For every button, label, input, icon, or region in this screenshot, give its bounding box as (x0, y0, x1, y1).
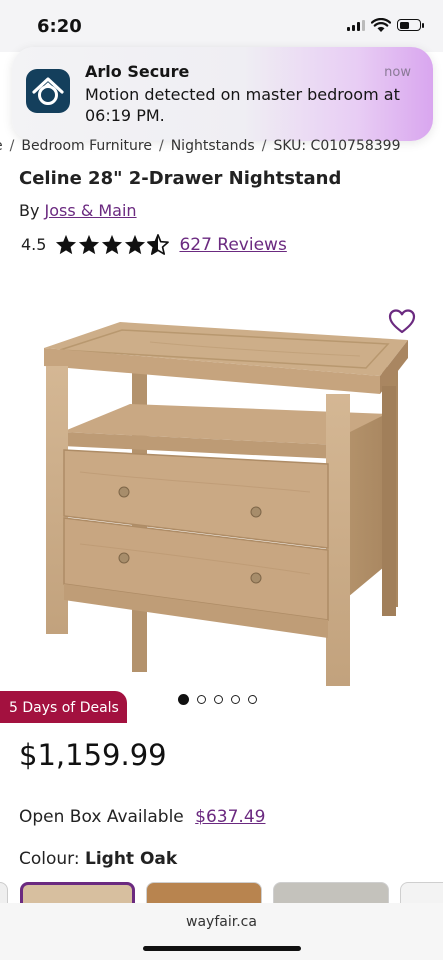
carousel-dot[interactable] (231, 695, 240, 704)
rating-value: 4.5 (21, 235, 47, 254)
notification-app-name: Arlo Secure (85, 62, 190, 81)
open-box-row: Open Box Available $637.49 (19, 807, 265, 827)
home-indicator[interactable] (143, 946, 301, 951)
brand-link[interactable]: Joss & Main (45, 201, 137, 220)
brand-byline: By Joss & Main (19, 201, 137, 220)
half-star-icon (147, 234, 170, 255)
address-bar[interactable]: wayfair.ca (0, 914, 443, 930)
breadcrumb-item-bedroom-furniture[interactable]: Bedroom Furniture (21, 138, 152, 154)
breadcrumb-item-home[interactable]: e (0, 138, 3, 154)
clock: 6:20 (37, 16, 82, 37)
breadcrumb-separator: / (261, 138, 267, 154)
battery-icon (397, 19, 424, 31)
notification-time: now (384, 65, 411, 80)
open-box-price-link[interactable]: $637.49 (195, 807, 265, 827)
rating-row: 4.5 627 Reviews (21, 234, 287, 255)
notification-message: Motion detected on master bedroom at 06:… (85, 85, 400, 125)
star-icon (56, 234, 77, 255)
colour-value: Light Oak (85, 849, 178, 869)
wifi-icon (371, 18, 391, 32)
product-title: Celine 28" 2-Drawer Nightstand (19, 168, 342, 189)
by-label: By (19, 201, 40, 220)
colour-row: Colour: Light Oak (19, 849, 177, 869)
star-rating (55, 234, 170, 255)
browser-bottom-bar: wayfair.ca (0, 903, 443, 960)
breadcrumb-separator: / (9, 138, 15, 154)
breadcrumb-sku: SKU: C010758399 (273, 138, 401, 154)
carousel-dot[interactable] (178, 694, 189, 705)
image-carousel-dots[interactable] (178, 694, 257, 705)
colour-label: Colour: (19, 849, 80, 869)
breadcrumb-separator: / (158, 138, 164, 154)
open-box-label: Open Box Available (19, 807, 184, 827)
carousel-dot[interactable] (214, 695, 223, 704)
product-image[interactable] (30, 312, 420, 696)
carousel-dot[interactable] (248, 695, 257, 704)
notification-banner[interactable]: Arlo Secure now Motion detected on maste… (12, 47, 433, 141)
cellular-signal-icon (347, 20, 365, 31)
star-icon (125, 234, 146, 255)
breadcrumb: e / Bedroom Furniture / Nightstands / SKU: C01… (0, 136, 443, 158)
carousel-dot[interactable] (197, 695, 206, 704)
deals-badge: 5 Days of Deals (0, 691, 127, 723)
price: $1,159.99 (19, 738, 167, 772)
status-bar: 6:20 (0, 0, 443, 52)
breadcrumb-item-nightstands[interactable]: Nightstands (171, 138, 255, 154)
reviews-link[interactable]: 627 Reviews (179, 235, 286, 255)
arlo-app-icon (26, 69, 70, 113)
star-icon (102, 234, 123, 255)
star-icon (79, 234, 100, 255)
